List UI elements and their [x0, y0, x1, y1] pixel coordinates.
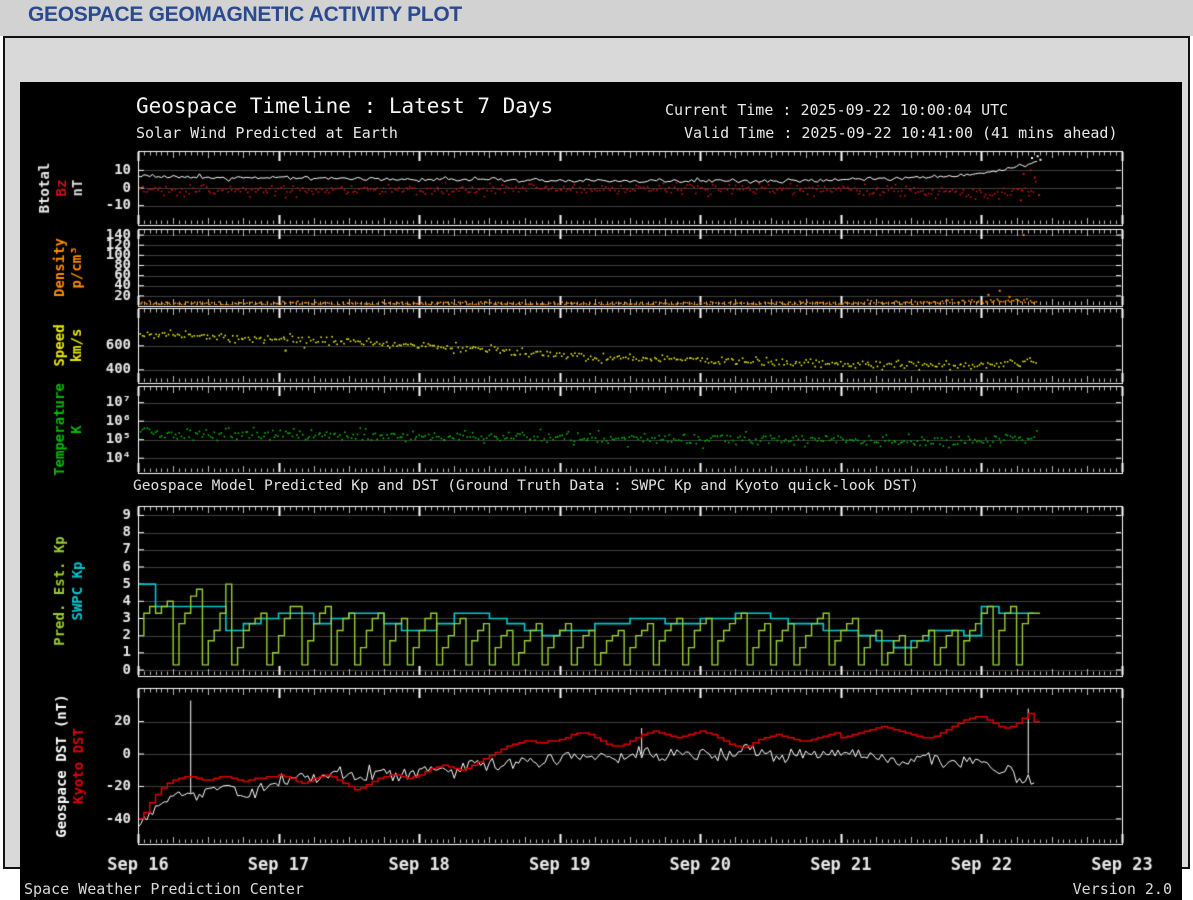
- footer-version-text: Version 2.0: [1072, 880, 1172, 898]
- footer-source-text: Space Weather Prediction Center: [24, 880, 304, 898]
- page-title: GEOSPACE GEOMAGNETIC ACTIVITY PLOT: [28, 3, 462, 26]
- current-time-text: Current Time : 2025-09-22 10:00:04 UTC: [665, 101, 1009, 119]
- plot-subtitle: Solar Wind Predicted at Earth: [136, 124, 398, 142]
- geospace-plot: Geospace Timeline : Latest 7 Days Curren…: [20, 82, 1182, 900]
- kp-dst-section-title: Geospace Model Predicted Kp and DST (Gro…: [133, 478, 919, 494]
- page-header-bar: GEOSPACE GEOMAGNETIC ACTIVITY PLOT: [0, 0, 1193, 36]
- plot-frame: Geospace Timeline : Latest 7 Days Curren…: [3, 36, 1190, 900]
- valid-time-text: Valid Time : 2025-09-22 10:41:00 (41 min…: [684, 124, 1118, 142]
- plot-title: Geospace Timeline : Latest 7 Days: [136, 94, 554, 118]
